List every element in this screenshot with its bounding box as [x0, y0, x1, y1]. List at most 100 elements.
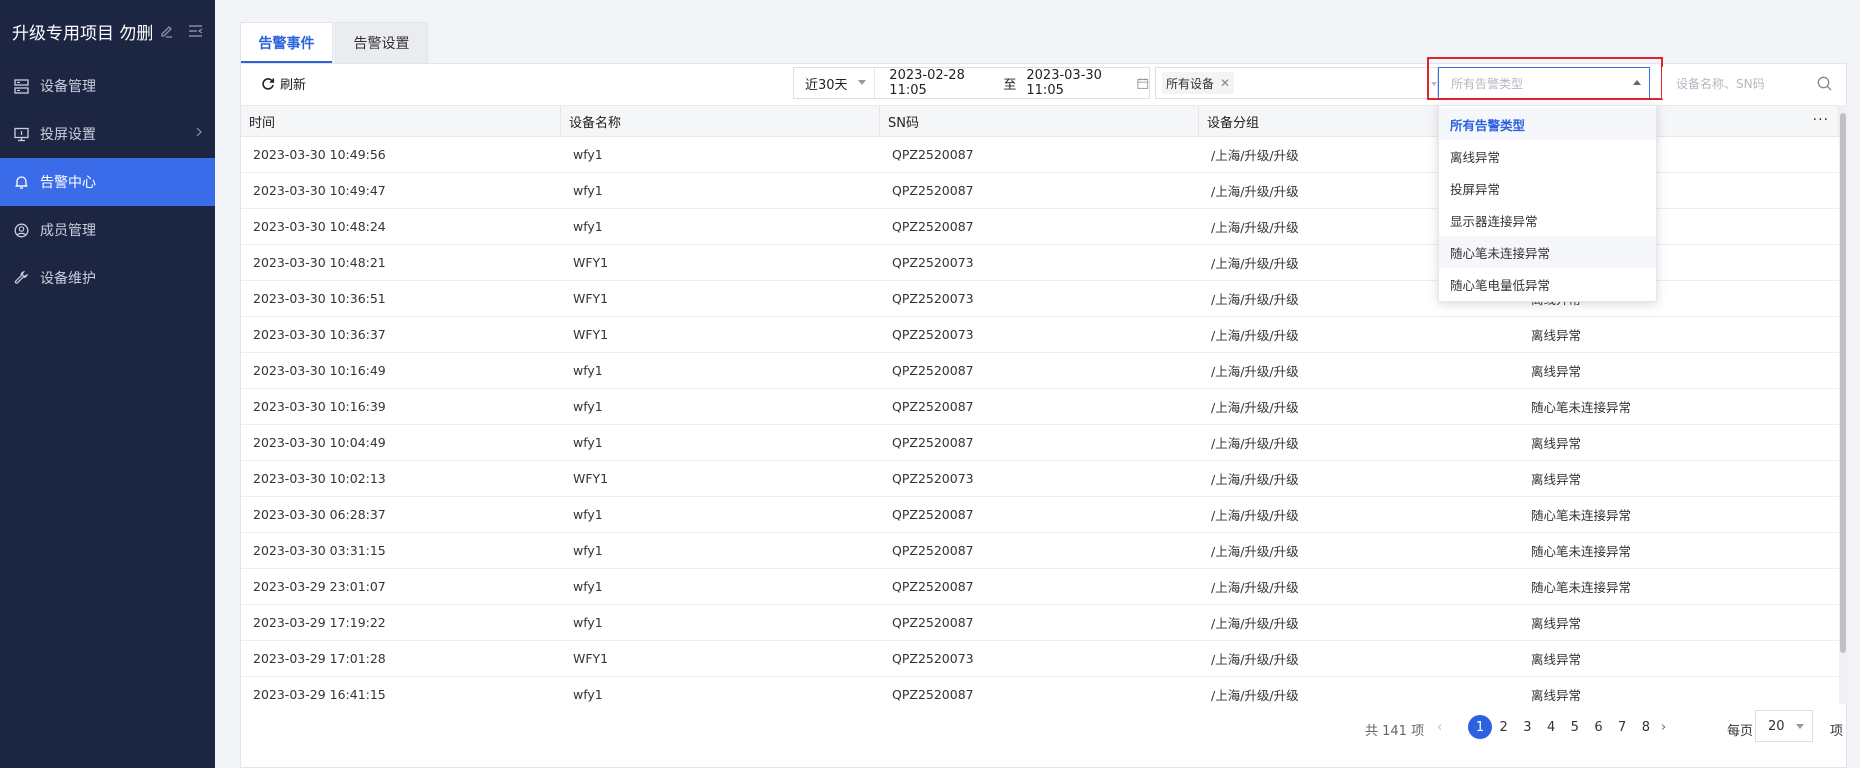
cell-sn: QPZ2520087 [892, 435, 974, 450]
cell-time: 2023-03-30 03:31:15 [253, 543, 386, 558]
sidebar-item-device-management[interactable]: 设备管理 [0, 62, 215, 110]
column-header-time: 时间 [241, 106, 561, 136]
scrollbar-thumb[interactable] [1840, 113, 1846, 653]
cell-time: 2023-03-30 10:02:13 [253, 471, 386, 486]
search-input[interactable]: 设备名称、SN码 [1662, 67, 1842, 99]
cell-device-group: /上海/升级/升级 [1211, 580, 1299, 595]
cell-device-group: /上海/升级/升级 [1211, 616, 1299, 631]
cell-device-name: WFY1 [573, 471, 609, 486]
table-row[interactable]: 2023-03-29 23:01:07 wfy1 QPZ2520087/上海/升级/… [241, 569, 1839, 605]
page-number[interactable]: 1 [1468, 715, 1492, 739]
date-end[interactable]: 2023-03-30 11:05 [1026, 68, 1130, 98]
sidebar-item-device-maintenance[interactable]: 设备维护 [0, 254, 215, 302]
table-row[interactable]: 2023-03-29 17:19:22 wfy1 QPZ2520087/上海/升级/… [241, 605, 1839, 641]
table-row[interactable]: 2023-03-30 10:02:13 WFY1 QPZ2520073/上海/升级/… [241, 461, 1839, 497]
dropdown-option[interactable]: 随心笔未连接异常 [1439, 236, 1656, 268]
sidebar-item-label: 成员管理 [40, 223, 96, 239]
table-row[interactable]: 2023-03-30 06:28:37 wfy1 QPZ2520087/上海/升级/… [241, 497, 1839, 533]
device-tag-label: 所有设备 [1166, 76, 1215, 91]
table-row[interactable]: 2023-03-29 16:41:15 wfy1 QPZ2520087/上海/升级/… [241, 677, 1839, 703]
cell-device-group: /上海/升级/升级 [1211, 544, 1299, 559]
cell-device-name: wfy1 [573, 615, 603, 630]
cell-alert-type: 随心笔未连接异常 [1531, 508, 1632, 523]
date-start[interactable]: 2023-02-28 11:05 [889, 68, 993, 98]
cell-alert-type: 离线异常 [1531, 688, 1582, 703]
cell-sn: QPZ2520087 [892, 615, 974, 630]
page-number[interactable]: 4 [1539, 715, 1563, 739]
table-row[interactable]: 2023-03-29 17:01:28 WFY1 QPZ2520073/上海/升级/… [241, 641, 1839, 677]
cell-time: 2023-03-29 23:01:07 [253, 579, 386, 594]
tab-alert-settings[interactable]: 告警设置 [335, 22, 428, 63]
cell-alert-type: 离线异常 [1531, 328, 1582, 343]
tab-alert-events[interactable]: 告警事件 [240, 22, 333, 63]
cell-device-name: WFY1 [573, 255, 609, 270]
cell-time: 2023-03-30 10:04:49 [253, 435, 386, 450]
cell-device-group: /上海/升级/升级 [1211, 328, 1299, 343]
range-select[interactable]: 近30天 [794, 68, 876, 98]
date-range-picker[interactable]: 近30天 2023-02-28 11:05 至 2023-03-30 11:05 [793, 67, 1150, 99]
page-number[interactable]: 5 [1563, 715, 1587, 739]
more-icon[interactable]: ··· [1813, 112, 1829, 128]
date-separator: 至 [1003, 77, 1017, 93]
table-row[interactable]: 2023-03-30 10:04:49 wfy1 QPZ2520087/上海/升级/… [241, 425, 1839, 461]
refresh-button[interactable]: 刷新 [261, 74, 306, 93]
cell-sn: QPZ2520073 [892, 471, 974, 486]
sidebar-item-screen-cast[interactable]: 投屏设置 [0, 110, 215, 158]
cell-device-name: wfy1 [573, 435, 603, 450]
device-select[interactable]: 所有设备 ✕ [1155, 67, 1438, 99]
page-number[interactable]: 2 [1492, 715, 1516, 739]
cell-device-name: wfy1 [573, 687, 603, 702]
table-row[interactable]: 2023-03-30 10:16:49 wfy1 QPZ2520087/上海/升级/… [241, 353, 1839, 389]
cell-time: 2023-03-30 10:36:51 [253, 291, 386, 306]
cell-sn: QPZ2520087 [892, 579, 974, 594]
next-page-button[interactable]: › [1661, 720, 1666, 735]
dropdown-option[interactable]: 随心笔电量低异常 [1439, 268, 1656, 300]
cell-sn: QPZ2520087 [892, 507, 974, 522]
filter-toolbar: 刷新 近30天 2023-02-28 11:05 至 2023-03-30 11… [241, 57, 1846, 104]
edit-icon[interactable] [159, 23, 175, 39]
dropdown-option[interactable]: 显示器连接异常 [1439, 204, 1656, 236]
table-row[interactable]: 2023-03-30 10:36:37 WFY1 QPZ2520073/上海/升级/… [241, 317, 1839, 353]
cell-time: 2023-03-30 10:49:56 [253, 147, 386, 162]
cell-device-name: WFY1 [573, 291, 609, 306]
sidebar: 升级专用项目 勿删 设备管理 投屏设置 告警中心 成员管理 设备维护 [0, 0, 215, 768]
table-scrollbar[interactable] [1839, 105, 1847, 704]
page-size-select[interactable]: 20 [1755, 710, 1813, 742]
column-header-device-name: 设备名称 [561, 106, 880, 136]
bell-icon [12, 173, 30, 191]
sidebar-item-member-management[interactable]: 成员管理 [0, 206, 215, 254]
cell-time: 2023-03-29 17:01:28 [253, 651, 386, 666]
per-page-label: 每页 [1727, 724, 1754, 739]
table-row[interactable]: 2023-03-30 03:31:15 wfy1 QPZ2520087/上海/升级/… [241, 533, 1839, 569]
dropdown-option[interactable]: 投屏异常 [1439, 172, 1656, 204]
cell-time: 2023-03-30 10:16:49 [253, 363, 386, 378]
range-label: 近30天 [805, 77, 848, 93]
refresh-icon [262, 77, 275, 90]
cell-device-name: wfy1 [573, 399, 603, 414]
page-number[interactable]: 8 [1634, 715, 1658, 739]
page-number[interactable]: 3 [1515, 715, 1539, 739]
page-number[interactable]: 6 [1587, 715, 1611, 739]
table-row[interactable]: 2023-03-30 10:16:39 wfy1 QPZ2520087/上海/升级/… [241, 389, 1839, 425]
cell-time: 2023-03-30 10:48:21 [253, 255, 386, 270]
cell-device-name: WFY1 [573, 327, 609, 342]
sidebar-item-alert-center[interactable]: 告警中心 [0, 158, 215, 206]
cell-sn: QPZ2520073 [892, 255, 974, 270]
dropdown-option[interactable]: 所有告警类型 [1439, 108, 1656, 140]
dropdown-option[interactable]: 离线异常 [1439, 140, 1656, 172]
column-header-sn: SN码 [880, 106, 1199, 136]
search-icon[interactable] [1817, 76, 1832, 91]
highlight-box [1427, 57, 1663, 100]
cell-device-group: /上海/升级/升级 [1211, 508, 1299, 523]
main-content: 告警事件 告警设置 刷新 近30天 2023-02-28 11:05 至 202… [240, 22, 1847, 768]
page-number[interactable]: 7 [1610, 715, 1634, 739]
prev-page-button[interactable]: ‹ [1437, 720, 1442, 735]
close-icon[interactable]: ✕ [1220, 76, 1230, 90]
collapse-menu-icon[interactable] [187, 23, 203, 39]
cell-device-name: wfy1 [573, 183, 603, 198]
alert-events-panel: 刷新 近30天 2023-02-28 11:05 至 2023-03-30 11… [240, 57, 1847, 768]
page-size-value: 20 [1768, 718, 1785, 734]
cell-alert-type: 随心笔未连接异常 [1531, 544, 1632, 559]
cell-device-group: /上海/升级/升级 [1211, 688, 1299, 703]
cell-time: 2023-03-29 16:41:15 [253, 687, 386, 702]
